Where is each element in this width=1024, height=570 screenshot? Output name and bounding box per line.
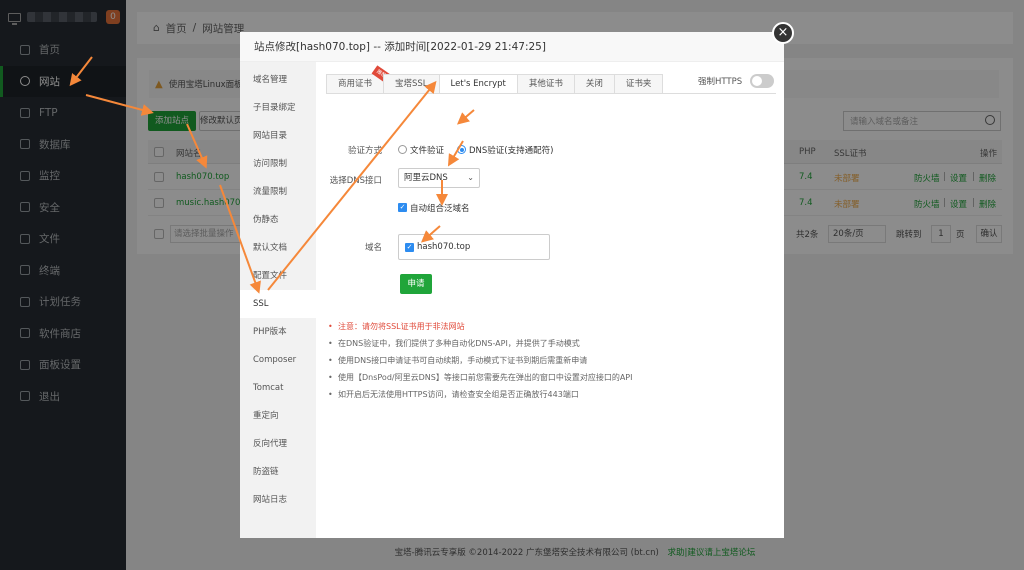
radio-dns-verify[interactable] (457, 145, 466, 154)
ssl-notes: 注意：请勿将SSL证书用于非法网站 在DNS验证中，我们提供了多种自动化DNS-… (328, 318, 768, 403)
menu-item-reverse-proxy[interactable]: 反向代理 (240, 430, 316, 458)
menu-item-domain[interactable]: 域名管理 (240, 66, 316, 94)
note-item: 在DNS验证中，我们提供了多种自动化DNS-API，并提供了手动模式 (328, 335, 768, 352)
radio-file-verify[interactable] (398, 145, 407, 154)
verify-method-label: 验证方式 (347, 146, 382, 156)
note-item: 使用【DnsPod/阿里云DNS】等接口前您需要先在弹出的窗口中设置对应接口的A… (328, 369, 768, 386)
force-https-label: 强制HTTPS (698, 77, 743, 87)
auto-combine-label[interactable]: 自动组合泛域名 (410, 202, 470, 214)
auto-combine-checkbox[interactable]: ✓ (398, 203, 407, 212)
menu-item-site-dir[interactable]: 网站目录 (240, 122, 316, 150)
note-item: 注意：请勿将SSL证书用于非法网站 (328, 318, 768, 335)
menu-item-hotlink[interactable]: 防盗链 (240, 458, 316, 486)
menu-item-tomcat[interactable]: Tomcat (240, 374, 316, 402)
note-item: 使用DNS接口申请证书可自动续期，手动模式下证书到期后需重新申请 (328, 352, 768, 369)
force-https-toggle[interactable] (750, 74, 774, 88)
radio-dns-verify-label[interactable]: DNS验证(支持通配符) (469, 144, 553, 156)
menu-item-composer[interactable]: Composer (240, 346, 316, 374)
site-edit-modal: 站点修改[hash070.top] -- 添加时间[2022-01-29 21:… (240, 22, 794, 538)
menu-item-rewrite[interactable]: 伪静态 (240, 206, 316, 234)
menu-item-traffic-limit[interactable]: 流量限制 (240, 178, 316, 206)
tab-lets-encrypt[interactable]: Let's Encrypt (438, 74, 517, 94)
modal-side-menu: 域名管理 子目录绑定 网站目录 访问限制 流量限制 伪静态 默认文档 配置文件 … (240, 62, 316, 538)
tab-close[interactable]: 关闭 (573, 74, 614, 94)
chevron-down-icon: ⌄ (467, 173, 474, 182)
domain-value[interactable]: hash070.top (417, 242, 470, 252)
ssl-tabs: 商用证书 推荐 宝塔SSL Let's Encrypt 其他证书 关闭 证书夹 (326, 65, 664, 94)
menu-item-access-limit[interactable]: 访问限制 (240, 150, 316, 178)
apply-button[interactable]: 申请 (400, 274, 432, 294)
close-icon[interactable]: × (772, 22, 794, 44)
domain-label: 域名 (364, 243, 382, 253)
dns-interface-label: 选择DNS接口 (329, 176, 382, 186)
domain-checkbox[interactable]: ✓ (405, 243, 414, 252)
menu-item-subdir[interactable]: 子目录绑定 (240, 94, 316, 122)
tabs-divider (326, 93, 776, 94)
menu-item-ssl[interactable]: SSL (240, 290, 316, 318)
tab-other-cert[interactable]: 其他证书 (516, 74, 574, 94)
tab-commercial-cert[interactable]: 商用证书 推荐 (326, 65, 391, 94)
ssl-panel: 商用证书 推荐 宝塔SSL Let's Encrypt 其他证书 关闭 证书夹 强… (316, 62, 784, 538)
domain-list: ✓ hash070.top (398, 234, 550, 260)
tab-label: 商用证书 (338, 79, 373, 89)
menu-item-config[interactable]: 配置文件 (240, 262, 316, 290)
menu-item-site-log[interactable]: 网站日志 (240, 486, 316, 514)
menu-item-redirect[interactable]: 重定向 (240, 402, 316, 430)
radio-file-verify-label[interactable]: 文件验证 (410, 144, 444, 156)
dns-interface-select[interactable]: 阿里云DNS ⌄ (398, 168, 480, 188)
tab-cert-folder[interactable]: 证书夹 (613, 74, 664, 94)
menu-item-default-doc[interactable]: 默认文档 (240, 234, 316, 262)
note-item: 如开启后无法使用HTTPS访问，请检查安全组是否正确放行443端口 (328, 386, 768, 403)
menu-item-php-version[interactable]: PHP版本 (240, 318, 316, 346)
modal-title: 站点修改[hash070.top] -- 添加时间[2022-01-29 21:… (240, 32, 784, 62)
tab-bt-ssl[interactable]: 宝塔SSL (383, 74, 439, 94)
dns-interface-value: 阿里云DNS (404, 173, 448, 183)
